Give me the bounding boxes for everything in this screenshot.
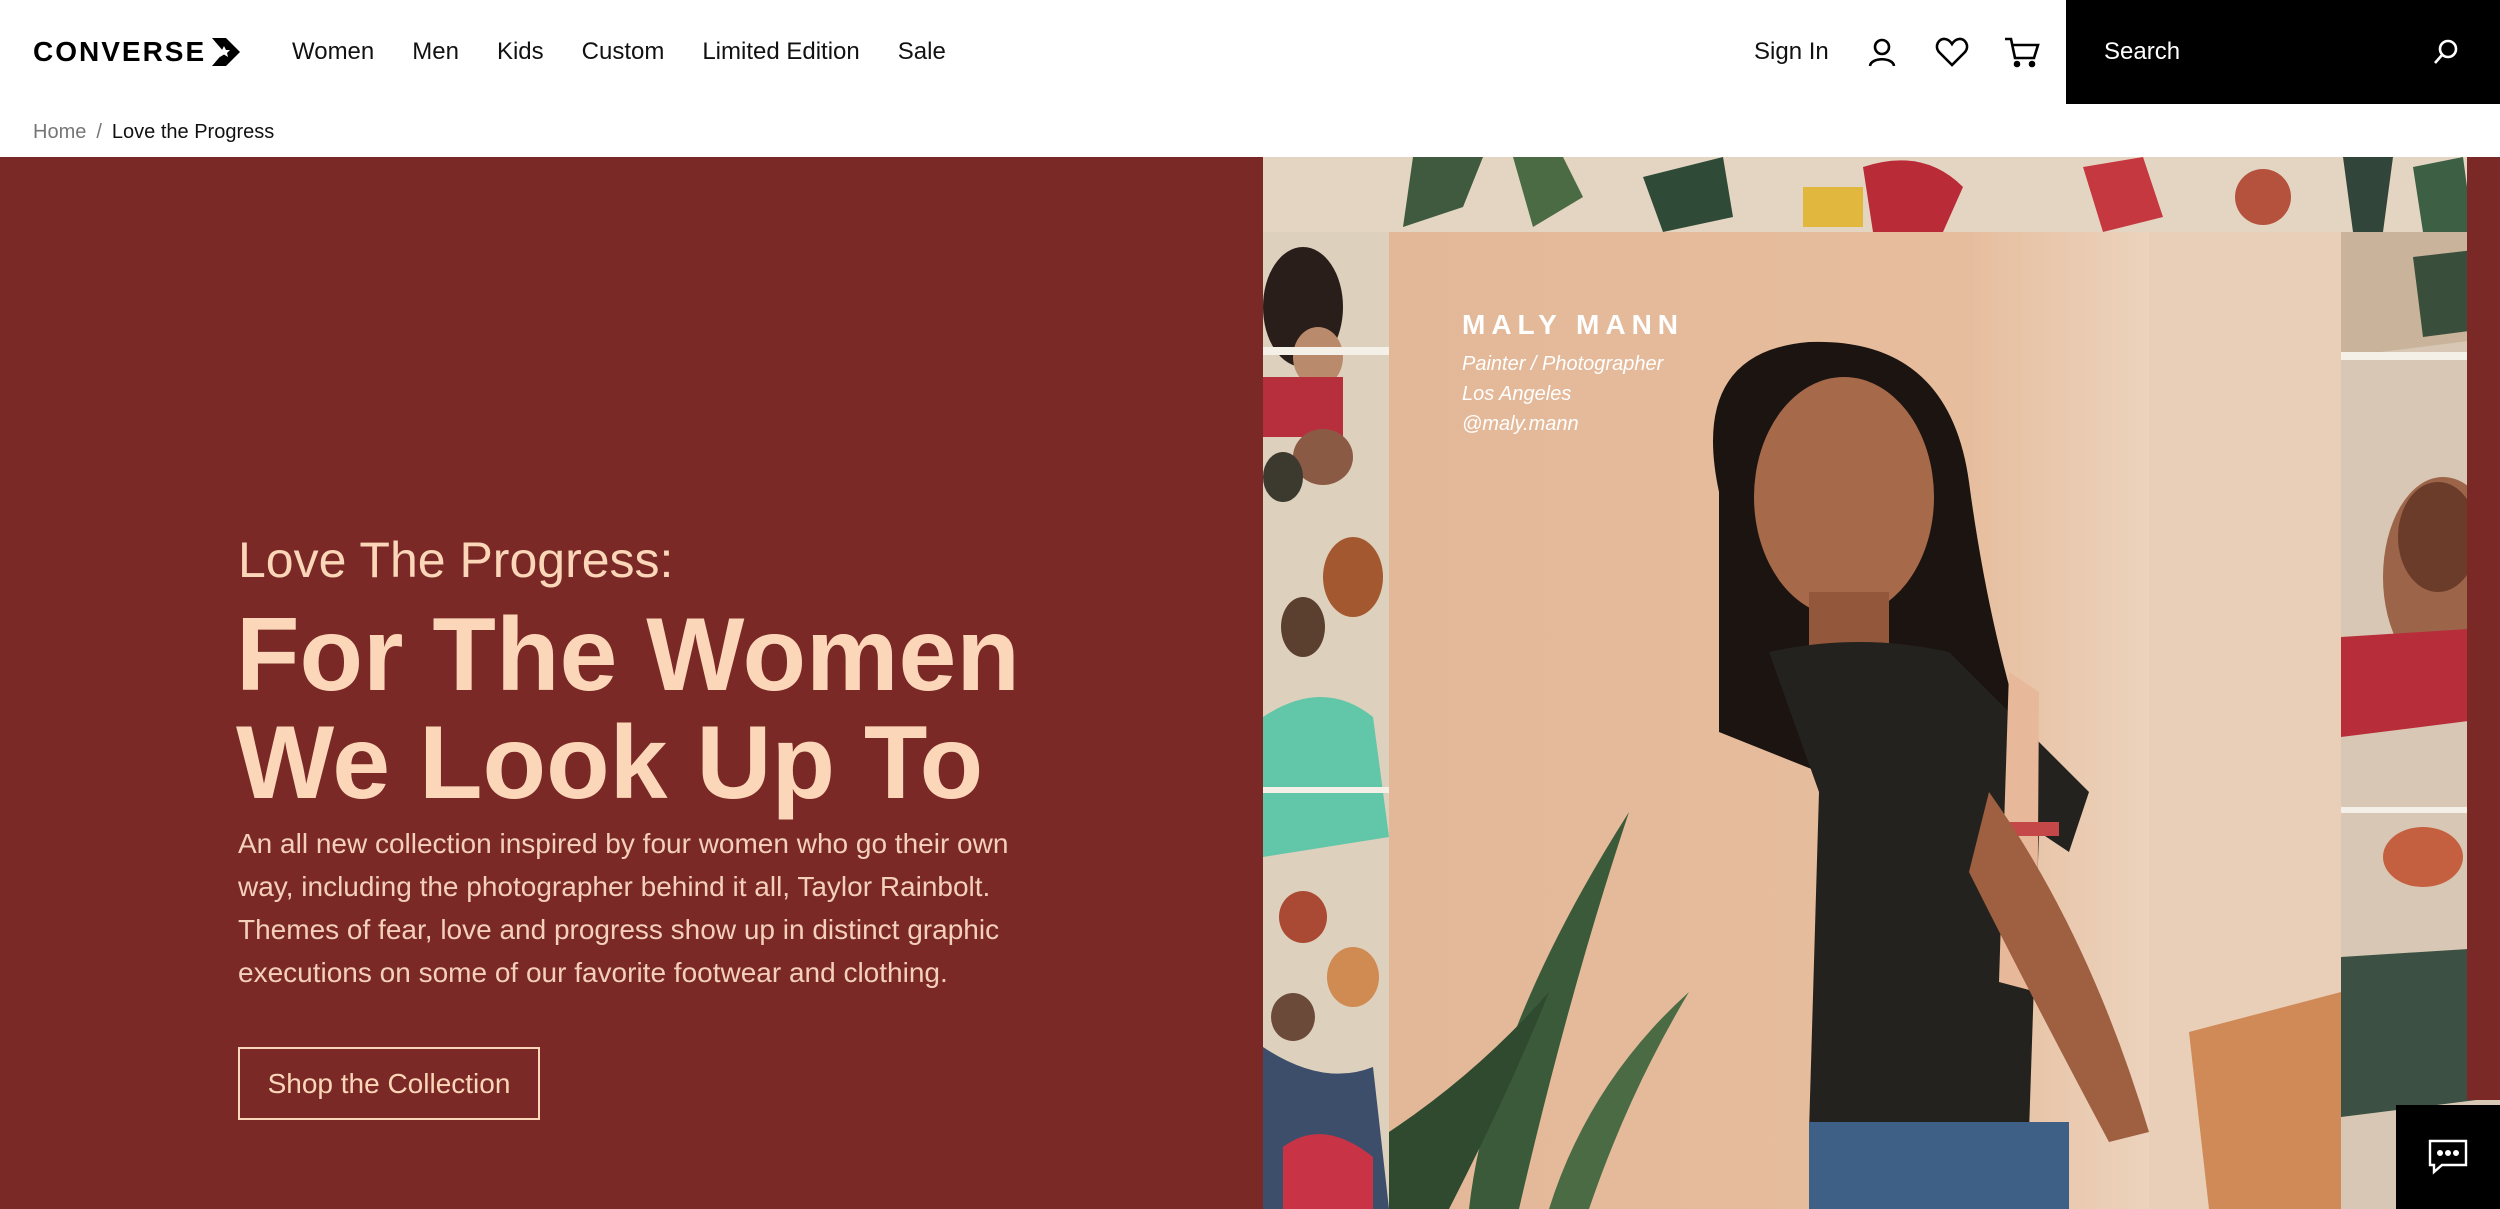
feature-role: Painter / Photographer	[1462, 353, 1664, 375]
nav-item-sale[interactable]: Sale	[898, 36, 946, 68]
hero-text-panel: Love The Progress: For The Women We Look…	[0, 157, 1263, 1209]
sign-in-link[interactable]: Sign In	[1754, 32, 1829, 72]
hero-description: An all new collection inspired by four w…	[238, 828, 1009, 988]
nav-item-limited-edition[interactable]: Limited Edition	[702, 36, 859, 68]
hero-title-line-1: For The Women	[236, 597, 1020, 713]
site-header: CONVERSE Women Men Kids Custom Limited E…	[0, 0, 2500, 104]
breadcrumb-home[interactable]: Home	[33, 118, 86, 146]
breadcrumb-current: Love the Progress	[111, 121, 275, 143]
chat-button[interactable]	[2396, 1105, 2500, 1209]
cart-icon[interactable]	[2002, 32, 2042, 72]
hero-title: For The Women We Look Up To	[236, 601, 1136, 817]
nav-item-women[interactable]: Women	[292, 36, 374, 68]
main-nav: Women Men Kids Custom Limited Edition Sa…	[292, 36, 946, 68]
star-chevron-icon	[212, 38, 241, 66]
search-input[interactable]	[2104, 32, 2424, 72]
feature-handle: @maly.mann	[1462, 413, 1579, 435]
hero-title-line-2: We Look Up To	[236, 705, 984, 821]
shop-collection-button[interactable]: Shop the Collection	[238, 1047, 540, 1120]
feature-location: Los Angeles	[1462, 383, 1572, 405]
page-edge-strip	[2467, 157, 2500, 1100]
logo-text: CONVERSE	[33, 36, 207, 67]
heart-icon[interactable]	[1932, 32, 1972, 72]
search-icon[interactable]	[2432, 38, 2460, 66]
chat-icon	[2428, 1139, 2468, 1175]
nav-item-custom[interactable]: Custom	[582, 36, 665, 68]
breadcrumb-separator: /	[96, 121, 102, 143]
converse-logo[interactable]: CONVERSE	[33, 38, 242, 66]
hero-image: MALY MANN Painter / Photographer Los Ang…	[1263, 157, 2500, 1209]
nav-item-men[interactable]: Men	[412, 36, 459, 68]
breadcrumb: Home / Love the Progress	[33, 118, 274, 146]
account-tools: Sign In	[1754, 32, 2072, 72]
user-icon[interactable]	[1862, 32, 1902, 72]
feature-caption: MALY MANN Painter / Photographer Los Ang…	[1462, 307, 1684, 439]
feature-name: MALY MANN	[1462, 309, 1685, 340]
nav-item-kids[interactable]: Kids	[497, 36, 544, 68]
hero-kicker: Love The Progress:	[238, 532, 674, 588]
